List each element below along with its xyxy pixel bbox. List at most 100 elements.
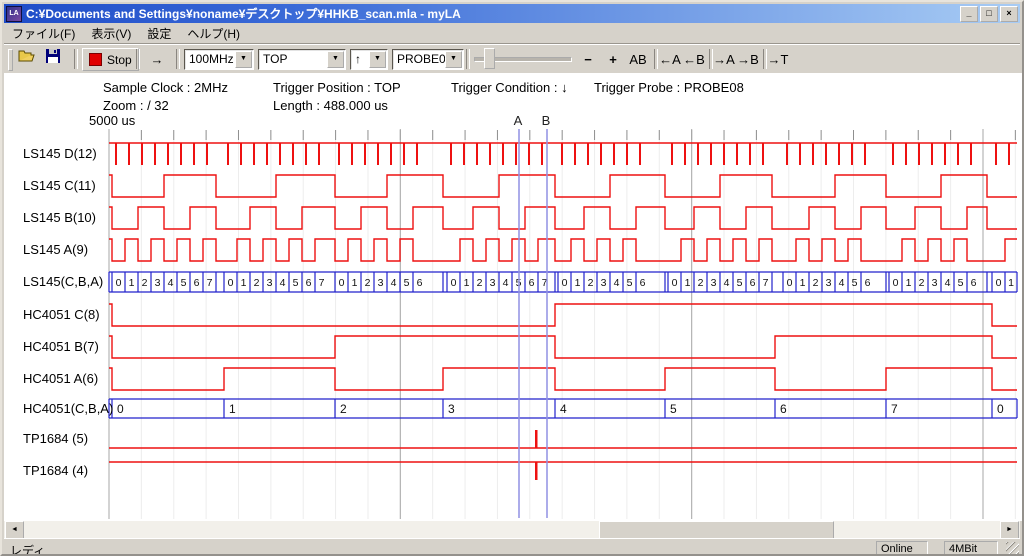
- sample-rate-value: 100MHz: [189, 52, 234, 66]
- svg-text:6: 6: [780, 402, 787, 416]
- svg-text:1: 1: [464, 277, 470, 289]
- svg-text:3: 3: [826, 277, 832, 289]
- dropdown-arrow-icon[interactable]: ▼: [445, 51, 462, 68]
- channel-label: HC4051 A(6): [23, 371, 98, 386]
- floppy-disk-icon: [46, 49, 60, 63]
- svg-text:2: 2: [477, 277, 483, 289]
- svg-text:3: 3: [378, 277, 384, 289]
- svg-text:3: 3: [155, 277, 161, 289]
- svg-text:3: 3: [448, 402, 455, 416]
- svg-text:7: 7: [763, 277, 769, 289]
- svg-text:2: 2: [340, 402, 347, 416]
- trigger-position-combo[interactable]: TOP ▼: [258, 49, 346, 70]
- sample-rate-combo[interactable]: 100MHz ▼: [184, 49, 254, 70]
- ab-button[interactable]: AB: [626, 49, 650, 69]
- svg-text:1: 1: [229, 402, 236, 416]
- svg-text:1: 1: [800, 277, 806, 289]
- zoom-slider-handle[interactable]: [484, 48, 495, 69]
- save-button[interactable]: [46, 49, 70, 69]
- menu-help[interactable]: ヘルプ(H): [179, 23, 248, 44]
- zoom-in-button[interactable]: +: [605, 49, 621, 69]
- zoom-out-button[interactable]: −: [580, 49, 596, 69]
- minimize-button[interactable]: _: [960, 6, 978, 22]
- svg-text:2: 2: [919, 277, 925, 289]
- run-button[interactable]: →: [144, 49, 170, 69]
- svg-text:0: 0: [451, 277, 457, 289]
- svg-text:6: 6: [417, 277, 423, 289]
- trigger-probe-combo[interactable]: PROBE00 ▼: [392, 49, 464, 70]
- toolbar-separator: [176, 49, 180, 69]
- trigger-edge-combo[interactable]: ↑ ▼: [350, 49, 388, 70]
- channel-label: TP1684 (4): [23, 463, 88, 478]
- channel-label: HC4051(C,B,A): [23, 401, 113, 416]
- status-ready-text: レディ: [10, 542, 45, 556]
- svg-text:5: 5: [293, 277, 299, 289]
- stop-button[interactable]: Stop: [82, 48, 139, 71]
- svg-text:0: 0: [997, 402, 1004, 416]
- svg-text:5: 5: [627, 277, 633, 289]
- cursor-a-right-button[interactable]: →A: [713, 49, 735, 69]
- waveform-canvas: Sample Clock : 2MHz Trigger Position : T…: [4, 73, 1023, 521]
- cursor-b-right-button[interactable]: →B: [737, 49, 759, 69]
- app-icon: LA: [6, 6, 22, 22]
- horizontal-scrollbar[interactable]: ◄ ►: [4, 521, 1020, 538]
- channel-label: LS145 B(10): [23, 210, 96, 225]
- resize-grip-icon[interactable]: [1006, 542, 1019, 555]
- svg-text:0: 0: [672, 277, 678, 289]
- svg-text:1: 1: [129, 277, 135, 289]
- title-bar[interactable]: LA C:¥Documents and Settings¥noname¥デスクト…: [4, 4, 1020, 23]
- channel-label: HC4051 B(7): [23, 339, 99, 354]
- svg-text:5: 5: [181, 277, 187, 289]
- menu-settings[interactable]: 設定: [139, 23, 179, 44]
- svg-text:6: 6: [971, 277, 977, 289]
- svg-text:3: 3: [490, 277, 496, 289]
- svg-text:5: 5: [670, 402, 677, 416]
- svg-text:2: 2: [142, 277, 148, 289]
- svg-text:4: 4: [280, 277, 286, 289]
- menu-file[interactable]: ファイル(F): [4, 23, 83, 44]
- svg-text:6: 6: [306, 277, 312, 289]
- menu-view[interactable]: 表示(V): [83, 23, 139, 44]
- waveform-svg[interactable]: 0123456701234567012345601234567012345601…: [4, 73, 1023, 521]
- toolbar: Stop → 100MHz ▼ TOP ▼ ↑ ▼ PROBE00 ▼ − + …: [4, 43, 1020, 74]
- svg-text:1: 1: [685, 277, 691, 289]
- status-bar: レディ Online 4MBit: [4, 538, 1020, 556]
- open-file-button[interactable]: [18, 49, 42, 69]
- open-folder-icon: [18, 49, 36, 63]
- svg-text:4: 4: [945, 277, 951, 289]
- svg-text:4: 4: [560, 402, 567, 416]
- status-memory-badge: 4MBit: [944, 541, 998, 556]
- svg-text:5: 5: [958, 277, 964, 289]
- svg-text:0: 0: [562, 277, 568, 289]
- svg-text:1: 1: [241, 277, 247, 289]
- svg-text:0: 0: [339, 277, 345, 289]
- svg-text:7: 7: [891, 402, 898, 416]
- svg-text:7: 7: [319, 277, 325, 289]
- svg-text:2: 2: [813, 277, 819, 289]
- toolbar-grip: [8, 49, 13, 71]
- dropdown-arrow-icon[interactable]: ▼: [327, 51, 344, 68]
- goto-trigger-button[interactable]: →T: [767, 49, 789, 69]
- svg-text:2: 2: [365, 277, 371, 289]
- svg-text:2: 2: [588, 277, 594, 289]
- app-window: LA C:¥Documents and Settings¥noname¥デスクト…: [0, 0, 1024, 556]
- cursor-a-left-button[interactable]: ←A: [659, 49, 681, 69]
- dropdown-arrow-icon[interactable]: ▼: [235, 51, 252, 68]
- svg-text:5: 5: [404, 277, 410, 289]
- svg-text:4: 4: [503, 277, 509, 289]
- svg-text:4: 4: [168, 277, 174, 289]
- stop-icon: [89, 53, 102, 66]
- dropdown-arrow-icon[interactable]: ▼: [369, 51, 386, 68]
- svg-text:6: 6: [750, 277, 756, 289]
- svg-text:4: 4: [391, 277, 397, 289]
- stop-label: Stop: [107, 53, 132, 67]
- svg-text:0: 0: [787, 277, 793, 289]
- cursor-b-left-button[interactable]: ←B: [683, 49, 705, 69]
- channel-label: LS145 A(9): [23, 242, 88, 257]
- trigger-position-value: TOP: [263, 52, 287, 66]
- close-button[interactable]: ×: [1000, 6, 1018, 22]
- channel-label: LS145(C,B,A): [23, 274, 103, 289]
- svg-text:6: 6: [529, 277, 535, 289]
- maximize-button[interactable]: □: [980, 6, 998, 22]
- svg-text:1: 1: [352, 277, 358, 289]
